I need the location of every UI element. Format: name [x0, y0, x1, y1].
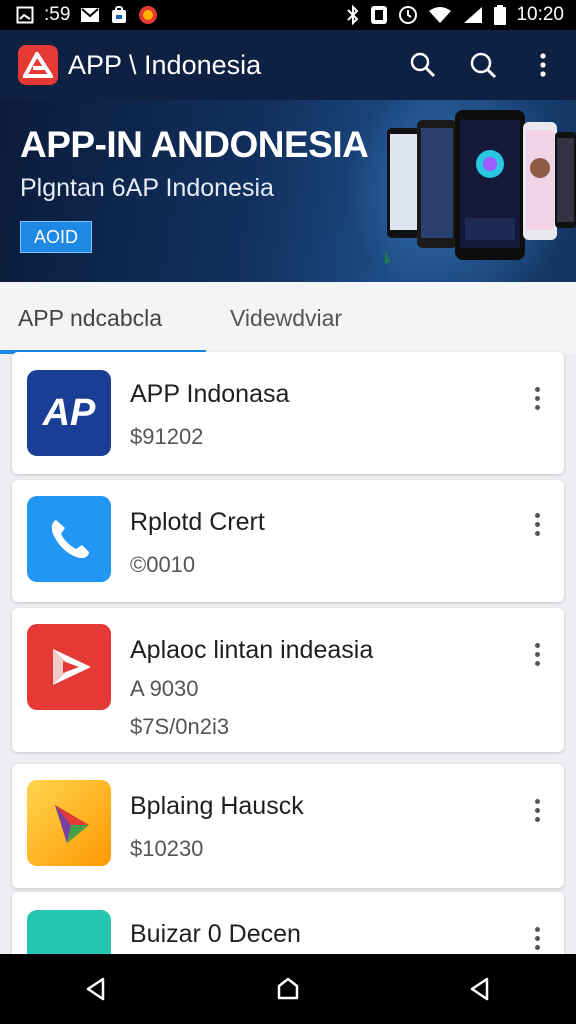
tab-videwdviar[interactable]: Videwdviar: [206, 282, 368, 354]
item-more-icon[interactable]: [522, 918, 552, 958]
list-item[interactable]: Bplaing Hausck $10230: [12, 764, 564, 888]
app-logo-icon: [18, 45, 58, 85]
app-meta: $10230: [130, 836, 204, 861]
colorful-play-icon: [27, 780, 111, 866]
app-name: Bplaing Hausck: [130, 792, 304, 820]
back-icon[interactable]: [71, 964, 121, 1014]
search-icon-secondary[interactable]: [466, 48, 500, 82]
status-time-right: 10:20: [516, 4, 564, 25]
battery-icon: [494, 5, 507, 25]
search-icon[interactable]: [406, 48, 440, 82]
app-bar-actions: [406, 48, 560, 82]
app-name: Aplaoc lintan indeasia: [130, 636, 374, 664]
more-vert-icon[interactable]: [526, 48, 560, 82]
wifi-icon: [428, 6, 452, 24]
banner-subtitle: Plgntan 6AP Indonesia: [20, 174, 274, 202]
app-bar: APP \ Indonesia: [0, 30, 576, 100]
app-meta-secondary: $7S/0n2i3: [130, 714, 230, 739]
status-left: :59: [16, 4, 158, 26]
app-name: Buizar 0 Decen: [130, 920, 301, 948]
status-time-left: :59: [44, 4, 71, 25]
banner-title: APP-IN ANDONESIA: [20, 124, 369, 165]
nfc-icon: [370, 5, 388, 25]
item-more-icon[interactable]: [522, 790, 552, 830]
phones-illustration: [385, 110, 576, 264]
status-bar: :59 10:20: [0, 0, 576, 30]
status-right: 10:20: [346, 4, 564, 26]
app-name: APP Indonasa: [130, 380, 290, 408]
system-nav-bar: [0, 954, 576, 1024]
item-more-icon[interactable]: [522, 504, 552, 544]
app-meta: A 9030: [130, 676, 199, 701]
list-item[interactable]: Aplaoc lintan indeasia A 9030 $7S/0n2i3: [12, 608, 564, 752]
app-name: Rplotd Crert: [130, 508, 265, 536]
item-more-icon[interactable]: [522, 378, 552, 418]
tab-bar: APP ndcabcla Videwdviar: [0, 282, 576, 354]
banner-button[interactable]: AOID: [20, 221, 92, 253]
phone-icon: [27, 496, 111, 582]
list-item[interactable]: AP APP Indonasa $91202: [12, 352, 564, 474]
item-more-icon[interactable]: [522, 634, 552, 674]
signal-icon: [462, 6, 484, 24]
bag-notification-icon: [110, 6, 128, 24]
promo-banner[interactable]: APP-IN ANDONESIA Plgntan 6AP Indonesia A…: [0, 100, 576, 282]
list-item[interactable]: Rplotd Crert ©0010: [12, 480, 564, 602]
app-meta: ©0010: [130, 552, 196, 577]
red-play-icon: [27, 624, 111, 710]
recents-back-icon[interactable]: [455, 964, 505, 1014]
gallery-notification-icon: [16, 6, 34, 24]
browser-notification-icon: [138, 5, 158, 25]
home-icon[interactable]: [263, 964, 313, 1014]
tab-app-indonesia[interactable]: APP ndcabcla: [0, 282, 206, 354]
alarm-icon: [398, 5, 418, 25]
app-title: APP \ Indonesia: [68, 49, 262, 80]
app-meta: $91202: [130, 424, 204, 449]
ap-logo-icon: AP: [27, 370, 111, 456]
mail-notification-icon: [80, 7, 100, 23]
bluetooth-icon: [346, 5, 360, 25]
